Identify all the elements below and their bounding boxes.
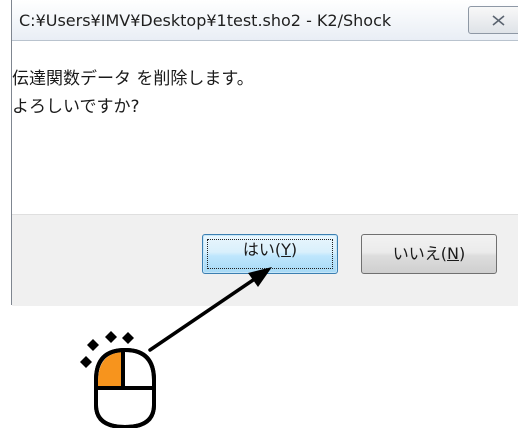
close-icon <box>492 15 505 26</box>
message-line-1: 伝達関数データ を削除します。 <box>12 69 254 89</box>
yes-button[interactable]: はい(Y) <box>202 234 338 274</box>
message-line-2: よろしいですか? <box>12 97 140 117</box>
yes-button-label: はい(Y) <box>242 240 298 259</box>
window-title: C:¥Users¥IMV¥Desktop¥1test.sho2 - K2/Sho… <box>19 11 392 30</box>
no-button[interactable]: いいえ(N) <box>361 234 497 274</box>
title-bar[interactable]: C:¥Users¥IMV¥Desktop¥1test.sho2 - K2/Sho… <box>12 0 518 41</box>
mouse-left-click-icon <box>94 347 156 428</box>
close-button[interactable] <box>468 6 518 34</box>
click-sparkle-icon <box>80 331 134 368</box>
no-button-label: いいえ(N) <box>392 244 466 263</box>
